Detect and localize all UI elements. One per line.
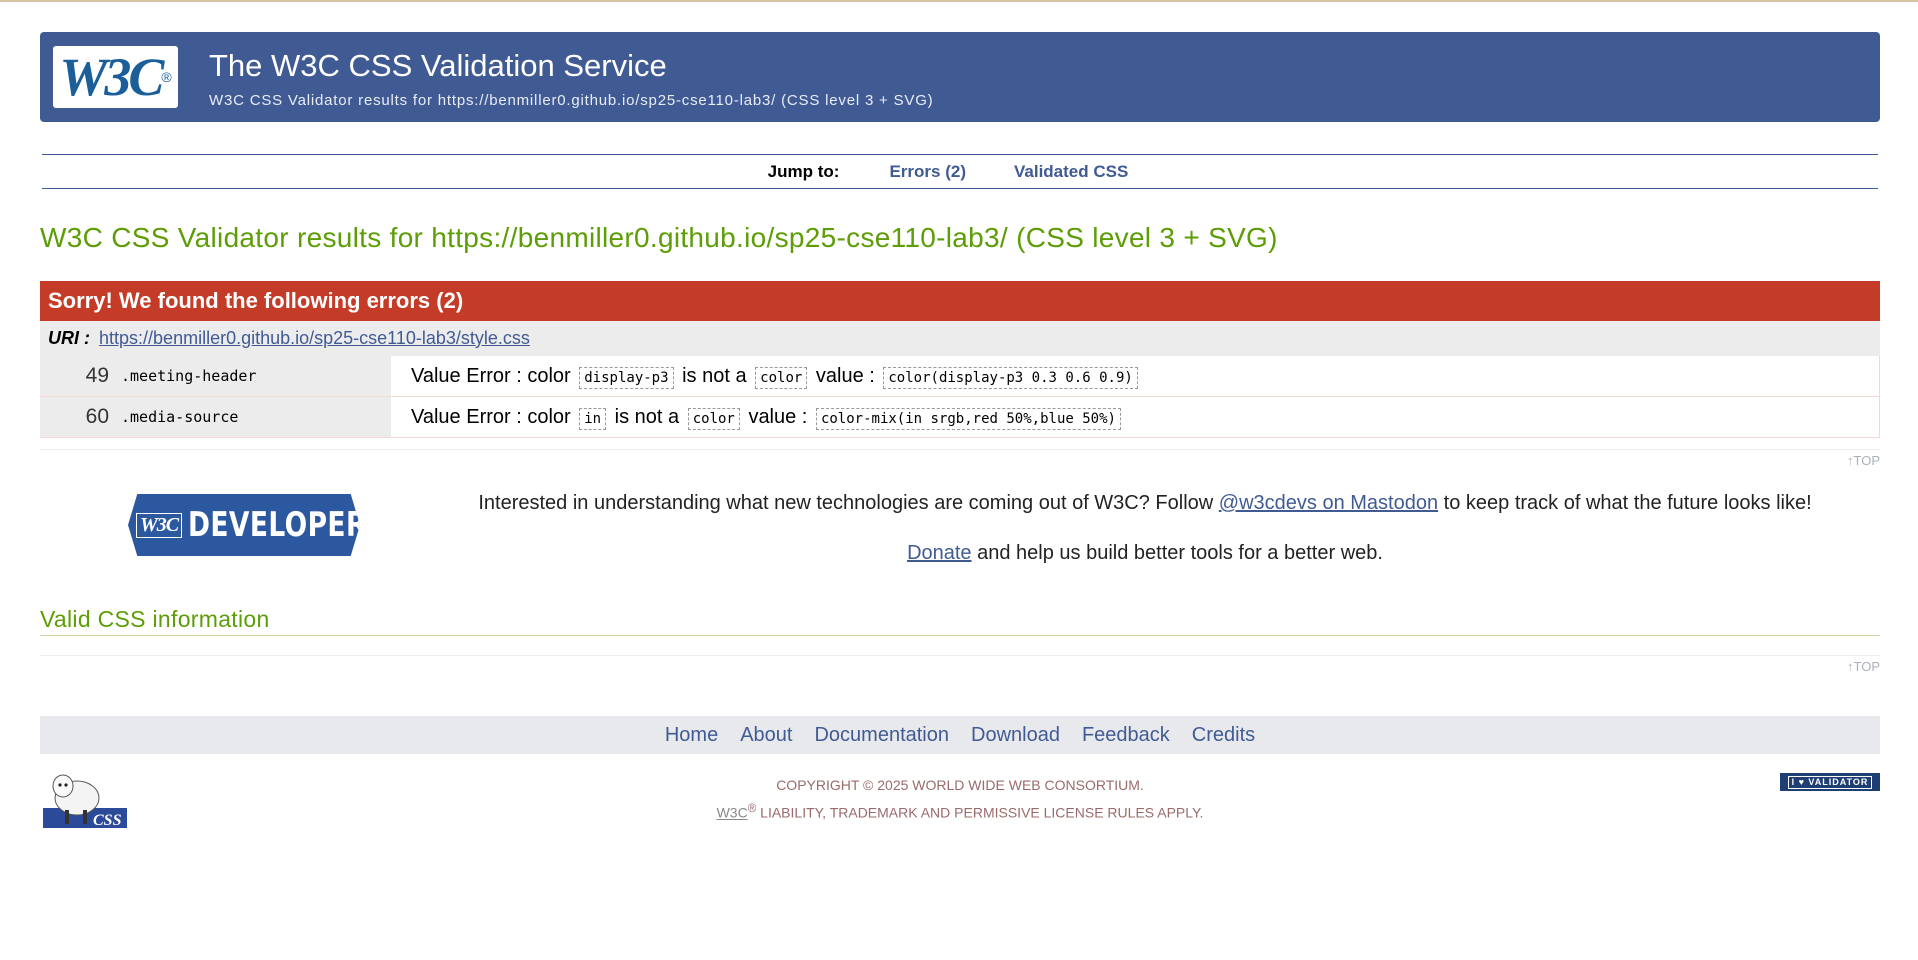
jump-to-label: Jump to: bbox=[767, 161, 840, 181]
developers-logo-text: DEVELOPERS bbox=[188, 505, 387, 545]
valid-css-heading: Valid CSS information bbox=[40, 606, 1880, 636]
error-line-number: 60 bbox=[40, 396, 115, 438]
uri-link[interactable]: https://benmiller0.github.io/sp25-cse110… bbox=[99, 328, 530, 348]
footer-documentation-link[interactable]: Documentation bbox=[814, 724, 949, 747]
divider bbox=[40, 655, 1880, 656]
error-context: .meeting-header bbox=[115, 356, 391, 397]
error-code: color(display-p3 0.3 0.6 0.9) bbox=[883, 366, 1138, 389]
divider bbox=[40, 449, 1880, 450]
page-title[interactable]: The W3C CSS Validation Service bbox=[209, 48, 667, 84]
css-sheep-logo[interactable]: CSS bbox=[43, 770, 127, 830]
donate-link[interactable]: Donate bbox=[907, 542, 972, 564]
results-title: W3C CSS Validator results for https://be… bbox=[40, 222, 1278, 253]
sheep-css-label: CSS bbox=[93, 812, 122, 829]
error-context: .media-source bbox=[115, 396, 391, 438]
error-line-number: 49 bbox=[40, 356, 115, 397]
errors-table: 49 .meeting-header Value Error : color d… bbox=[40, 356, 1880, 438]
table-row: 49 .meeting-header Value Error : color d… bbox=[40, 356, 1880, 397]
developers-logo-w3c: W3C bbox=[135, 512, 183, 538]
mastodon-link[interactable]: @w3cdevs on Mastodon bbox=[1219, 492, 1438, 514]
developers-message: Interested in understanding what new tec… bbox=[478, 492, 1812, 514]
errors-heading: Sorry! We found the following errors (2) bbox=[40, 281, 1880, 321]
w3c-link[interactable]: W3C bbox=[717, 805, 748, 821]
jump-to-bar: Jump to: Errors (2) Validated CSS bbox=[42, 154, 1878, 189]
header-banner: W3C ® The W3C CSS Validation Service W3C … bbox=[40, 32, 1880, 122]
error-code: in bbox=[579, 407, 607, 430]
footer-credits-link[interactable]: Credits bbox=[1192, 724, 1255, 747]
error-message: Value Error : color in is not a color va… bbox=[391, 396, 1880, 438]
table-row: 60 .media-source Value Error : color in … bbox=[40, 396, 1880, 438]
i-love-validator-badge[interactable]: I ♥ VALIDATOR bbox=[1780, 773, 1880, 791]
jump-validated-css-link[interactable]: Validated CSS bbox=[1014, 162, 1128, 182]
error-message: Value Error : color display-p3 is not a … bbox=[391, 356, 1880, 397]
jump-errors-link[interactable]: Errors (2) bbox=[889, 162, 966, 182]
w3c-developers-logo[interactable]: W3C DEVELOPERS bbox=[128, 494, 360, 556]
footer-about-link[interactable]: About bbox=[740, 724, 792, 747]
footer-home-link[interactable]: Home bbox=[665, 724, 718, 747]
w3c-logo-text: W3C bbox=[59, 47, 164, 107]
footer-download-link[interactable]: Download bbox=[971, 724, 1060, 747]
error-code: display-p3 bbox=[579, 366, 674, 389]
back-to-top-link[interactable]: ↑TOP bbox=[1847, 453, 1880, 468]
copyright: COPYRIGHT © 2025 WORLD WIDE WEB CONSORTI… bbox=[716, 777, 1204, 821]
error-code: color bbox=[687, 407, 740, 430]
footer-nav: Home About Documentation Download Feedba… bbox=[40, 716, 1880, 754]
error-code: color bbox=[755, 366, 808, 389]
donate-message: Donate and help us build better tools fo… bbox=[907, 542, 1383, 564]
w3c-logo[interactable]: W3C ® bbox=[53, 46, 178, 108]
back-to-top-link[interactable]: ↑TOP bbox=[1847, 659, 1880, 674]
uri-row: URI : https://benmiller0.github.io/sp25-… bbox=[40, 321, 1880, 356]
uri-label: URI : bbox=[48, 328, 90, 348]
page-subtitle: W3C CSS Validator results for https://be… bbox=[209, 92, 934, 109]
footer-feedback-link[interactable]: Feedback bbox=[1082, 724, 1170, 747]
error-code: color-mix(in srgb,red 50%,blue 50%) bbox=[815, 407, 1121, 430]
